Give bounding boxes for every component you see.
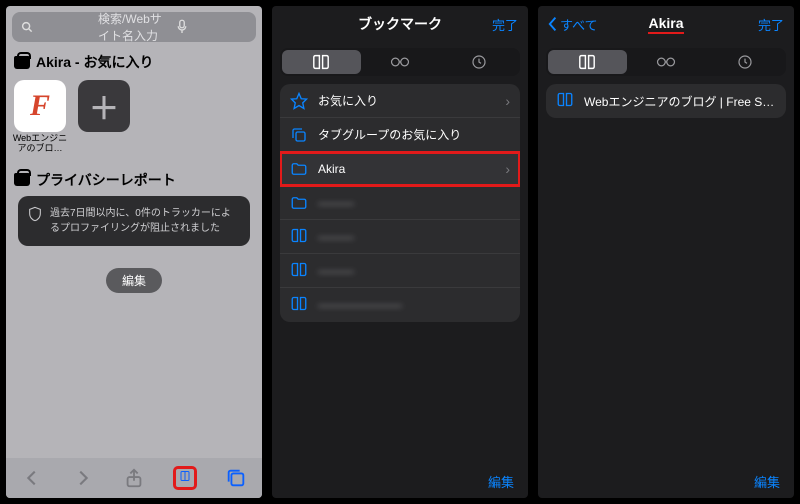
row-label: Webエンジニアのブログ | Free Style <box>584 93 776 110</box>
list-row[interactable]: Akira › <box>280 152 520 186</box>
bookmarks-icon[interactable] <box>174 467 196 489</box>
edit-bottom-button[interactable]: 編集 <box>538 464 794 498</box>
add-favorite-button[interactable]: ＋ <box>78 80 130 154</box>
done-button[interactable]: 完了 <box>748 6 794 42</box>
bookmark-list: お気に入り›タブグループのお気に入りAkira›———————————————— <box>280 84 520 322</box>
done-button[interactable]: 完了 <box>482 6 528 42</box>
seg-reading-list[interactable] <box>361 50 440 74</box>
seg-reading-list[interactable] <box>627 50 706 74</box>
seg-history[interactable] <box>705 50 784 74</box>
copy-icon <box>290 126 308 144</box>
nav-bar: すべて Akira 完了 <box>538 6 794 42</box>
search-placeholder: 検索/Webサイト名入力 <box>98 10 170 44</box>
nav-bar: ブックマーク 完了 <box>272 6 528 42</box>
segmented-control[interactable] <box>280 48 520 76</box>
wallpaper-area <box>6 307 262 458</box>
row-label: ——— <box>318 264 510 278</box>
favorites-section-title: Akira - お気に入り <box>12 50 256 78</box>
back-button[interactable]: すべて <box>538 6 608 42</box>
list-row[interactable]: ——— <box>280 254 520 288</box>
list-row[interactable]: ——— <box>280 186 520 220</box>
privacy-report-card[interactable]: 過去7日間以内に、0件のトラッカーによるプロファイリングが阻止されました <box>18 196 250 246</box>
chevron-right-icon: › <box>505 93 510 109</box>
favorite-caption: Webエンジニアのブロ… <box>12 134 68 154</box>
chevron-right-icon: › <box>505 161 510 177</box>
bookmark-list: Webエンジニアのブログ | Free Style <box>546 84 786 118</box>
book-icon <box>290 296 308 314</box>
row-label: ——— <box>318 196 510 210</box>
nav-title: Akira <box>648 15 683 34</box>
plus-icon: ＋ <box>78 80 130 132</box>
search-icon <box>20 20 92 34</box>
tabs-icon[interactable] <box>225 467 247 489</box>
list-row[interactable]: タブグループのお気に入り <box>280 118 520 152</box>
folder-icon <box>290 160 308 178</box>
search-bar[interactable]: 検索/Webサイト名入力 <box>12 12 256 42</box>
row-label: ——————— <box>318 298 510 312</box>
privacy-section-title: プライバシーレポート <box>12 168 256 196</box>
list-row[interactable]: ——————— <box>280 288 520 322</box>
book-icon <box>556 92 574 110</box>
phone-bookmarks-root: ブックマーク 完了 お気に入り›タブグループのお気に入りAkira›——————… <box>272 6 528 498</box>
bag-lock-icon <box>14 56 30 69</box>
book-icon <box>290 262 308 280</box>
seg-history[interactable] <box>439 50 518 74</box>
list-row[interactable]: ——— <box>280 220 520 254</box>
favorite-icon-f: F <box>14 80 66 132</box>
nav-title: ブックマーク <box>358 14 442 34</box>
row-label: Akira <box>318 162 495 176</box>
book-icon <box>290 228 308 246</box>
bottom-toolbar <box>6 458 262 498</box>
phone-start-page: 検索/Webサイト名入力 Akira - お気に入り F Webエンジニアのブロ… <box>6 6 262 498</box>
edit-button[interactable]: 編集 <box>106 268 162 293</box>
phone-bookmarks-folder: すべて Akira 完了 Webエンジニアのブログ | Free Style 編… <box>538 6 794 498</box>
edit-bottom-button[interactable]: 編集 <box>272 464 528 498</box>
favorite-tile[interactable]: F Webエンジニアのブロ… <box>14 80 66 154</box>
list-row[interactable]: お気に入り › <box>280 84 520 118</box>
seg-bookmarks[interactable] <box>282 50 361 74</box>
share-icon[interactable] <box>123 467 145 489</box>
segmented-control[interactable] <box>546 48 786 76</box>
seg-bookmarks[interactable] <box>548 50 627 74</box>
list-row[interactable]: Webエンジニアのブログ | Free Style <box>546 84 786 118</box>
privacy-body-text: 過去7日間以内に、0件のトラッカーによるプロファイリングが阻止されました <box>50 206 240 236</box>
row-label: タブグループのお気に入り <box>318 126 510 143</box>
bag-lock-icon <box>14 173 30 186</box>
microphone-icon[interactable] <box>176 19 248 35</box>
row-label: ——— <box>318 230 510 244</box>
back-icon[interactable] <box>21 467 43 489</box>
shield-icon <box>28 206 42 236</box>
star-icon <box>290 92 308 110</box>
row-label: お気に入り <box>318 92 495 109</box>
forward-icon[interactable] <box>72 467 94 489</box>
folder-icon <box>290 194 308 212</box>
